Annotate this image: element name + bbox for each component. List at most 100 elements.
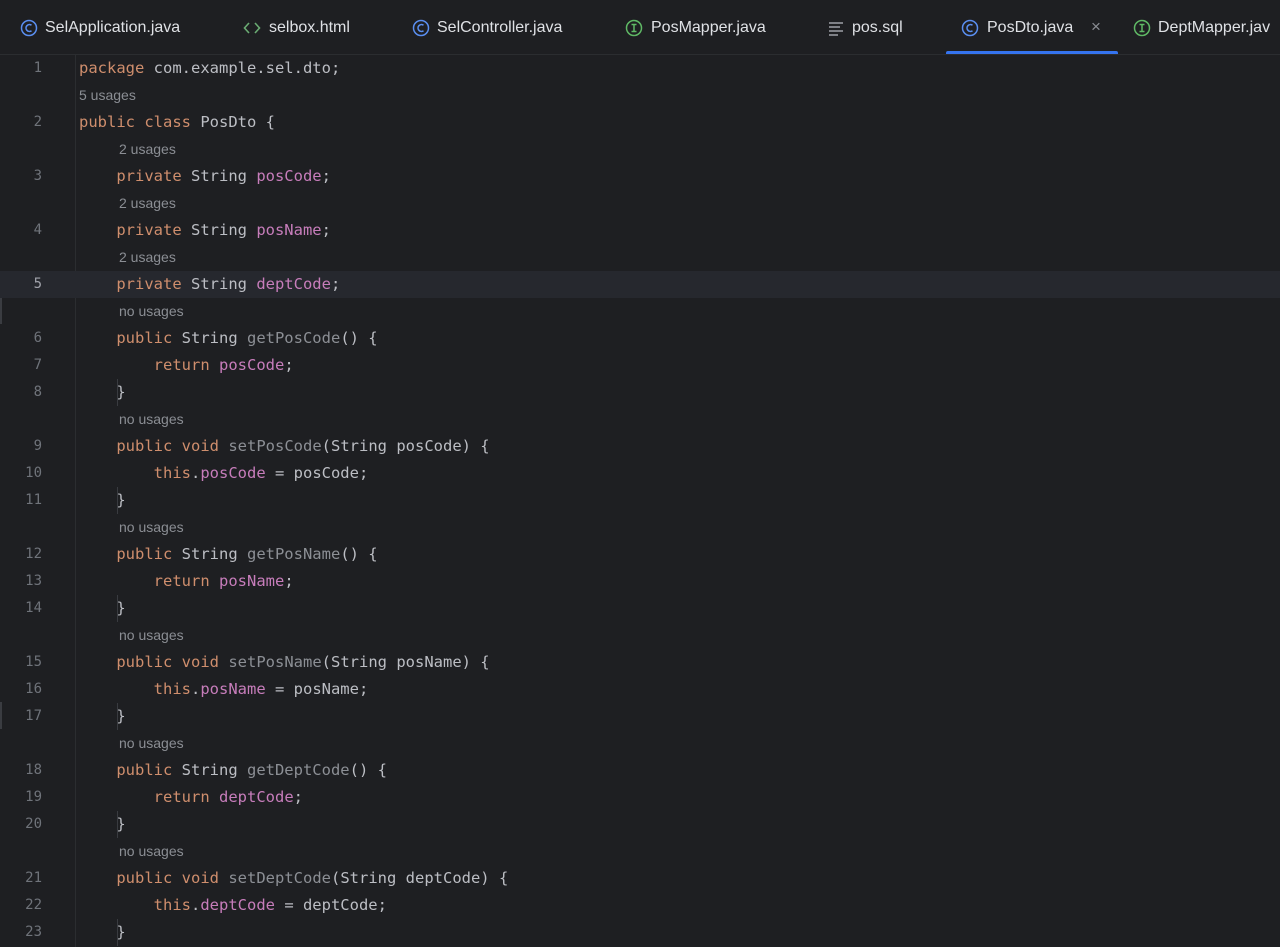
code-text: } xyxy=(116,491,126,509)
code-line[interactable]: 20 } xyxy=(0,811,1280,838)
inlay-hint-row: no usages xyxy=(0,514,1280,541)
tab-selapplication[interactable]: SelApplication.java xyxy=(10,0,210,54)
usages-hint[interactable]: 2 usages xyxy=(119,244,176,271)
code-line[interactable]: 14 } xyxy=(0,595,1280,622)
close-icon[interactable]: × xyxy=(1091,17,1101,37)
html-icon xyxy=(243,22,261,34)
code-text: private String posCode; xyxy=(116,167,331,185)
code-line[interactable]: 18 public String getDeptCode() { xyxy=(0,757,1280,784)
line-number: 12 xyxy=(25,546,42,562)
code-line[interactable]: 21 public void setDeptCode(String deptCo… xyxy=(0,865,1280,892)
line-number: 14 xyxy=(25,600,42,616)
code-line[interactable]: 7 return posCode; xyxy=(0,352,1280,379)
tab-selcontroller[interactable]: SelController.java xyxy=(402,0,602,54)
usages-hint[interactable]: no usages xyxy=(119,298,184,325)
tab-label: SelController.java xyxy=(437,19,563,36)
code-text: } xyxy=(116,923,126,941)
code-text: } xyxy=(116,707,126,725)
line-number: 5 xyxy=(33,276,42,292)
line-number: 6 xyxy=(33,330,42,346)
code-text: package com.example.sel.dto; xyxy=(79,59,341,77)
code-text: public void setDeptCode(String deptCode)… xyxy=(116,869,509,887)
tab-label: selbox.html xyxy=(269,19,350,36)
inlay-hint-row: no usages xyxy=(0,838,1280,865)
code-line[interactable]: 3 private String posCode; xyxy=(0,163,1280,190)
line-number: 11 xyxy=(25,492,42,508)
sql-file-icon xyxy=(829,22,843,36)
line-number: 13 xyxy=(25,573,42,589)
interface-icon xyxy=(625,19,643,37)
code-text: private String posName; xyxy=(116,221,331,239)
code-line[interactable]: 8 } xyxy=(0,379,1280,406)
usages-hint[interactable]: 5 usages xyxy=(79,82,136,109)
code-line[interactable]: 19 return deptCode; xyxy=(0,784,1280,811)
usages-hint[interactable]: no usages xyxy=(119,514,184,541)
line-number: 17 xyxy=(25,708,42,724)
code-line[interactable]: 9 public void setPosCode(String posCode)… xyxy=(0,433,1280,460)
code-text: return deptCode; xyxy=(153,788,303,806)
code-text: this.posCode = posCode; xyxy=(153,464,369,482)
line-number: 8 xyxy=(33,384,42,400)
class-icon xyxy=(412,19,430,37)
interface-icon xyxy=(1133,19,1151,37)
tab-posmapper[interactable]: PosMapper.java xyxy=(616,0,796,54)
code-text: } xyxy=(116,815,126,833)
line-number: 7 xyxy=(33,357,42,373)
tab-label: SelApplication.java xyxy=(45,19,181,36)
line-number: 9 xyxy=(33,438,42,454)
usages-hint[interactable]: 2 usages xyxy=(119,136,176,163)
code-line[interactable]: 16 this.posName = posName; xyxy=(0,676,1280,703)
line-number: 4 xyxy=(33,222,42,238)
code-text: } xyxy=(116,599,126,617)
active-tab-indicator xyxy=(946,51,1118,54)
code-line-current[interactable]: 5 private String deptCode; xyxy=(0,271,1280,298)
code-line[interactable]: 22 this.deptCode = deptCode; xyxy=(0,892,1280,919)
line-number: 16 xyxy=(25,681,42,697)
code-line[interactable]: 2 public class PosDto { xyxy=(0,109,1280,136)
usages-hint[interactable]: 2 usages xyxy=(119,190,176,217)
tab-deptmapper[interactable]: DeptMapper.jav xyxy=(1123,0,1280,54)
inlay-hint-row: 2 usages xyxy=(0,244,1280,271)
usages-hint[interactable]: no usages xyxy=(119,838,184,865)
code-line[interactable]: 10 this.posCode = posCode; xyxy=(0,460,1280,487)
editor-tab-bar: SelApplication.java selbox.html SelContr… xyxy=(0,0,1280,55)
code-line[interactable]: 12 public String getPosName() { xyxy=(0,541,1280,568)
code-text: this.posName = posName; xyxy=(153,680,369,698)
code-line[interactable]: 15 public void setPosName(String posName… xyxy=(0,649,1280,676)
code-line[interactable]: 13 return posName; xyxy=(0,568,1280,595)
code-line[interactable]: 11 } xyxy=(0,487,1280,514)
code-line[interactable]: 1 package com.example.sel.dto; xyxy=(0,55,1280,82)
line-number: 18 xyxy=(25,762,42,778)
inlay-hint-row: no usages xyxy=(0,298,1280,325)
code-text: return posCode; xyxy=(153,356,294,374)
inlay-hint-row: 2 usages xyxy=(0,136,1280,163)
line-number: 22 xyxy=(25,897,42,913)
tab-label: PosMapper.java xyxy=(651,19,766,36)
code-text: public void setPosName(String posName) { xyxy=(116,653,490,671)
inlay-hint-row: no usages xyxy=(0,730,1280,757)
tab-selbox-html[interactable]: selbox.html xyxy=(234,0,384,54)
usages-hint[interactable]: no usages xyxy=(119,730,184,757)
code-text: return posName; xyxy=(153,572,294,590)
code-text: public class PosDto { xyxy=(79,113,276,131)
line-number: 3 xyxy=(33,168,42,184)
class-icon xyxy=(961,19,979,37)
code-text: public void setPosCode(String posCode) { xyxy=(116,437,490,455)
code-line[interactable]: 6 public String getPosCode() { xyxy=(0,325,1280,352)
code-text: public String getPosCode() { xyxy=(116,329,378,347)
code-line[interactable]: 4 private String posName; xyxy=(0,217,1280,244)
line-number: 15 xyxy=(25,654,42,670)
code-editor[interactable]: 1 package com.example.sel.dto; 5 usages … xyxy=(0,55,1280,947)
code-text: public String getDeptCode() { xyxy=(116,761,387,779)
line-number: 19 xyxy=(25,789,42,805)
code-line[interactable]: 23 } xyxy=(0,919,1280,946)
code-line[interactable]: 17 } xyxy=(0,703,1280,730)
usages-hint[interactable]: no usages xyxy=(119,406,184,433)
code-text: this.deptCode = deptCode; xyxy=(153,896,387,914)
usages-hint[interactable]: no usages xyxy=(119,622,184,649)
tab-posdto-active[interactable]: PosDto.java × xyxy=(946,0,1118,54)
line-number: 23 xyxy=(25,924,42,940)
tab-pos-sql[interactable]: pos.sql xyxy=(818,0,928,54)
line-number: 20 xyxy=(25,816,42,832)
inlay-hint-row: no usages xyxy=(0,622,1280,649)
